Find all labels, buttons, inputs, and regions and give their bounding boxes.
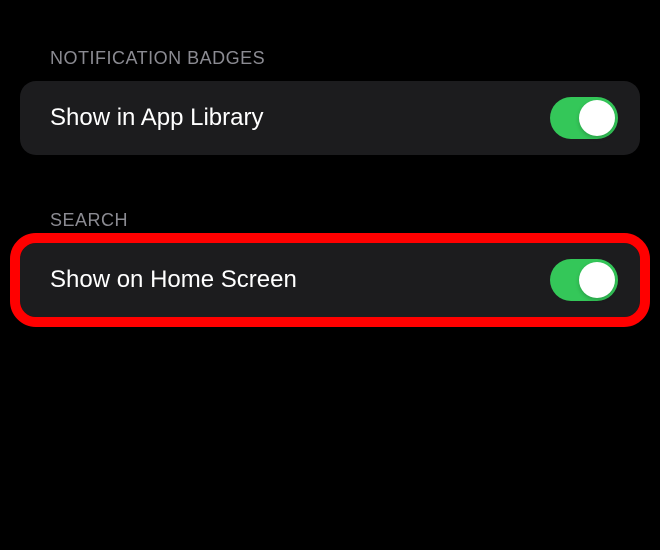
row-label: Show in App Library [50, 104, 263, 132]
section-header-notification-badges: Notification Badges [0, 0, 660, 81]
row-label: Show on Home Screen [50, 266, 297, 294]
toggle-show-in-app-library[interactable] [550, 97, 618, 139]
row-show-in-app-library[interactable]: Show in App Library [20, 81, 640, 155]
row-show-on-home-screen[interactable]: Show on Home Screen [20, 243, 640, 317]
toggle-show-on-home-screen[interactable] [550, 259, 618, 301]
settings-container: Notification Badges Show in App Library … [0, 0, 660, 317]
row-wrapper: Show in App Library [0, 81, 660, 155]
section-header-search: Search [0, 155, 660, 243]
row-wrapper-highlighted: Show on Home Screen [0, 243, 660, 317]
toggle-knob [579, 262, 615, 298]
toggle-knob [579, 100, 615, 136]
